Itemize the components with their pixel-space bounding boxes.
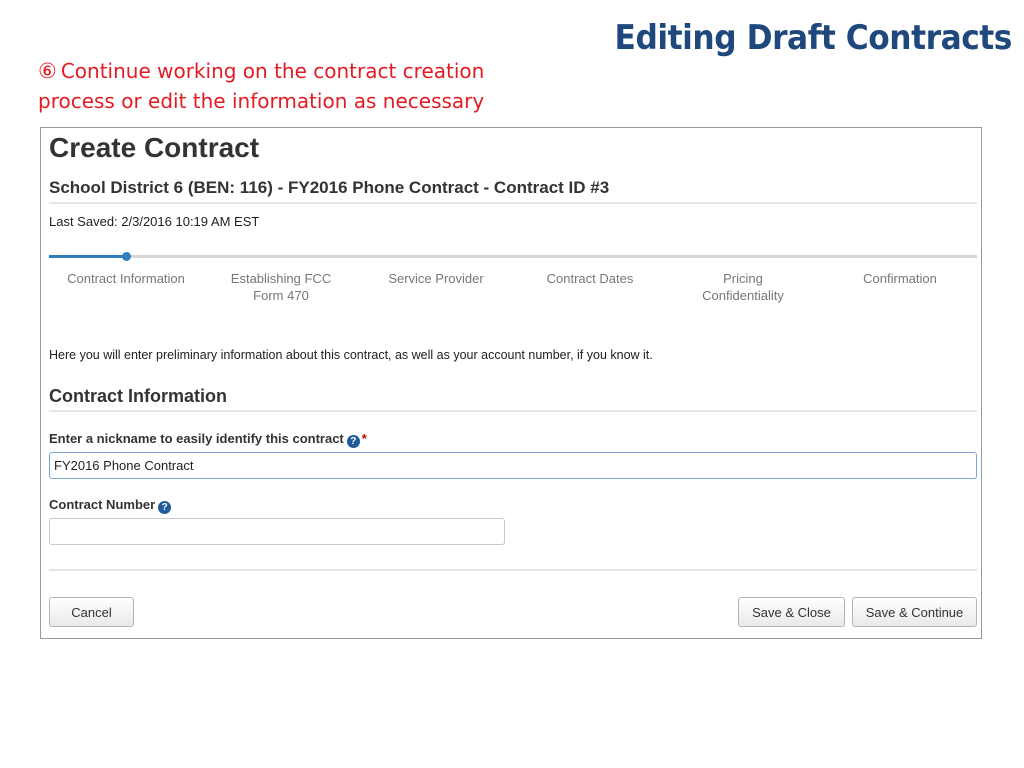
contract-subtitle: School District 6 (BEN: 116) - FY2016 Ph… (49, 178, 610, 197)
step-number: ⑥ (38, 59, 57, 83)
step-contract-information[interactable]: Contract Information (66, 270, 186, 287)
nickname-label: Enter a nickname to easily identify this… (49, 431, 367, 448)
progress-marker (122, 252, 132, 261)
step-pricing-confidentiality[interactable]: Pricing Confidentiality (683, 270, 803, 304)
section-title: Contract Information (49, 386, 227, 406)
help-icon[interactable]: ? (346, 435, 360, 448)
cancel-button[interactable]: Cancel (49, 597, 134, 627)
step-confirmation[interactable]: Confirmation (840, 270, 960, 287)
create-contract-panel: Create Contract School District 6 (BEN: … (40, 127, 982, 639)
progress-fill (49, 255, 127, 258)
save-close-button[interactable]: Save & Close (738, 597, 845, 627)
last-saved-text: Last Saved: 2/3/2016 10:19 AM EST (49, 214, 260, 229)
footer-divider (49, 569, 977, 571)
section-divider (49, 410, 977, 412)
divider (49, 202, 977, 204)
nickname-input[interactable] (49, 452, 977, 479)
step-establishing-fcc-form-470[interactable]: Establishing FCC Form 470 (221, 270, 341, 304)
contract-number-input[interactable] (49, 518, 505, 545)
progress-track (49, 252, 977, 261)
step-service-provider[interactable]: Service Provider (376, 270, 496, 287)
page-title: Create Contract (49, 132, 260, 163)
contract-number-label-text: Contract Number (49, 497, 156, 512)
contract-number-label: Contract Number? (49, 497, 172, 514)
required-mark: * (361, 431, 367, 446)
wizard-steps: Contract Information Establishing FCC Fo… (49, 270, 977, 310)
slide-title: Editing Draft Contracts (614, 18, 1013, 58)
help-icon[interactable]: ? (158, 501, 172, 514)
save-continue-button[interactable]: Save & Continue (852, 597, 977, 627)
intro-text: Here you will enter preliminary informat… (49, 348, 653, 362)
step-contract-dates[interactable]: Contract Dates (530, 270, 650, 287)
instruction-text: Continue working on the contract creatio… (38, 59, 485, 113)
slide-instruction: ⑥ Continue working on the contract creati… (38, 56, 558, 116)
nickname-label-text: Enter a nickname to easily identify this… (49, 431, 344, 446)
